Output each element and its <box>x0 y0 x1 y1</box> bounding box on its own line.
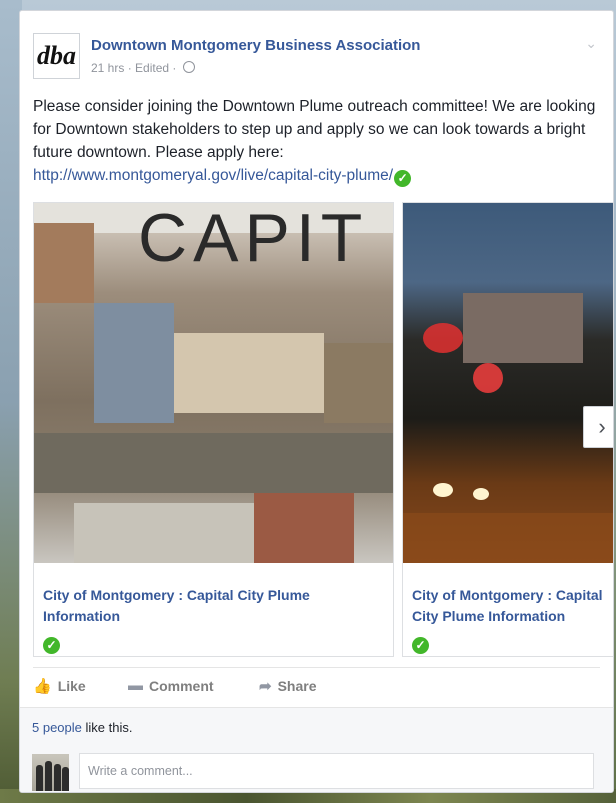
post-meta: 21 hrs · Edited · <box>91 61 195 75</box>
link-carousel: CAPIT City of Montgomery : Capital City … <box>33 202 613 657</box>
carousel-slide[interactable]: CAPIT City of Montgomery : Capital City … <box>33 202 394 657</box>
globe-icon[interactable] <box>182 61 195 73</box>
divider <box>33 667 600 668</box>
comment-input[interactable]: Write a comment... <box>79 753 594 789</box>
check-circle-icon: ✓ <box>394 170 412 187</box>
slide-caption-link[interactable]: City of Montgomery : Capital City Plume … <box>412 585 613 627</box>
chevron-down-icon[interactable]: ⌄ <box>585 35 597 52</box>
likes-summary: 5 people like this. <box>32 720 133 735</box>
post-text: Please consider joining the Downtown Plu… <box>33 98 596 187</box>
post-link[interactable]: http://www.montgomeryal.gov/live/capital… <box>33 167 393 184</box>
page-name-link[interactable]: Downtown Montgomery Business Association <box>91 37 420 54</box>
like-button[interactable]: 👍 Like <box>33 677 86 695</box>
city-aerial-photo: CAPIT <box>34 203 393 563</box>
chevron-right-icon: › <box>598 414 606 439</box>
edited-label[interactable]: Edited <box>135 61 169 75</box>
check-circle-icon: ✓ <box>42 634 60 654</box>
comment-icon: ▬ <box>128 677 143 694</box>
carousel-slide[interactable]: City of Montgomery : Capital City Plume … <box>402 202 613 657</box>
share-button[interactable]: ➦ Share <box>259 677 317 695</box>
photo-overlay-text: CAPIT <box>138 203 369 276</box>
post-header: dba Downtown Montgomery Business Associa… <box>33 33 603 79</box>
likes-count-link[interactable]: 5 people <box>32 720 82 735</box>
slide-caption-link[interactable]: City of Montgomery : Capital City Plume … <box>43 585 363 627</box>
carousel-next-button[interactable]: › <box>583 406 613 448</box>
share-icon: ➦ <box>259 678 272 695</box>
post-footer: 5 people like this. Write a comment... <box>20 707 613 792</box>
check-circle-icon: ✓ <box>411 634 429 654</box>
post-card: dba Downtown Montgomery Business Associa… <box>19 10 614 793</box>
avatar[interactable] <box>32 754 69 791</box>
comment-button[interactable]: ▬ Comment <box>128 677 214 694</box>
thumbs-up-icon: 👍 <box>33 678 52 695</box>
street-night-photo <box>403 203 613 563</box>
page-logo[interactable]: dba <box>33 33 80 79</box>
post-time[interactable]: 21 hrs <box>91 61 124 75</box>
